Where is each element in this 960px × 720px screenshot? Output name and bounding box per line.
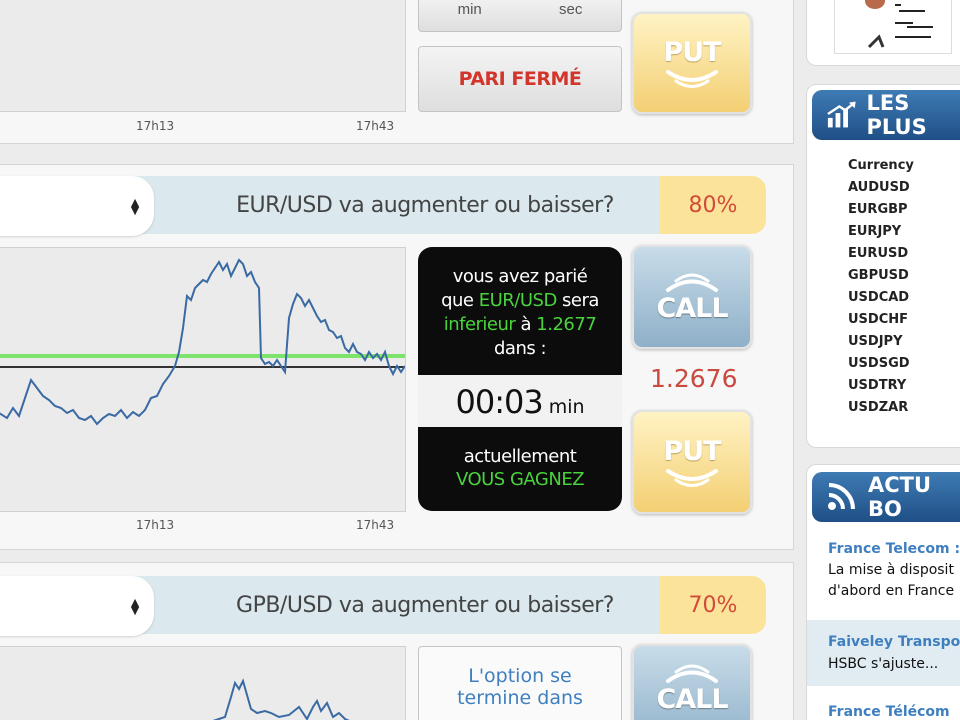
gbpusd-question-bar: GPB/USD va augmenter ou baisser? bbox=[130, 576, 690, 634]
gbpusd-call-button[interactable]: CALL bbox=[632, 644, 752, 720]
gbpusd-chart-svg bbox=[212, 678, 350, 720]
news-text-1b: d'abord en France bbox=[828, 583, 955, 599]
currency-item[interactable]: GBPUSD bbox=[848, 268, 909, 283]
bet-line-2: que EUR/USD sera bbox=[441, 290, 599, 311]
profile-figure-icon bbox=[865, 0, 933, 49]
select-arrows-icon: ▲ ▼ bbox=[128, 594, 142, 618]
currency-item[interactable]: USDCHF bbox=[848, 312, 908, 327]
eurusd-question-bar: EUR/USD va augmenter ou baisser? bbox=[130, 176, 690, 234]
timer-unit-sec: sec bbox=[559, 0, 583, 18]
gbpusd-expiry-box: L'option se termine dans bbox=[418, 646, 622, 720]
currency-item[interactable]: USDCAD bbox=[848, 290, 909, 305]
top-tick-2: 17h43 bbox=[356, 119, 395, 133]
eurusd-put-label: PUT bbox=[663, 435, 721, 467]
eurusd-current-rate: 1.2676 bbox=[650, 364, 738, 393]
les-plus-title: LES PLUS bbox=[866, 91, 927, 139]
profile-image bbox=[834, 0, 952, 54]
gbpusd-price-series bbox=[212, 678, 350, 720]
timer-unit-min: min bbox=[457, 0, 482, 18]
bet-line-4: dans : bbox=[493, 338, 547, 359]
bet-line-1: vous avez parié bbox=[452, 266, 588, 287]
top-put-button[interactable]: PUT bbox=[632, 12, 752, 114]
currency-item[interactable]: USDJPY bbox=[848, 334, 903, 349]
top-timer-display: min sec bbox=[418, 0, 622, 32]
eurusd-question-text: EUR/USD va augmenter ou baisser? bbox=[236, 192, 614, 218]
gbpusd-price-chart bbox=[0, 646, 406, 720]
news-text-1a: La mise à disposit bbox=[828, 562, 954, 578]
gbpusd-question-text: GPB/USD va augmenter ou baisser? bbox=[236, 592, 614, 618]
countdown-unit: min bbox=[548, 396, 585, 418]
news-item-2-highlight bbox=[807, 620, 960, 686]
bet-strike: 1.2677 bbox=[536, 314, 597, 335]
currency-item[interactable]: USDSGD bbox=[848, 356, 910, 371]
chart-trend-icon bbox=[827, 101, 856, 128]
news-title-2[interactable]: Faiveley Transpo bbox=[828, 634, 960, 650]
eurusd-call-button[interactable]: CALL bbox=[632, 245, 752, 349]
bet-direction: inferieur bbox=[443, 314, 516, 335]
currency-header: Currency bbox=[848, 158, 914, 173]
news-text-2a: HSBC s'ajuste... bbox=[828, 656, 939, 672]
select-arrows-icon: ▲ ▼ bbox=[128, 194, 142, 218]
bet-pair: EUR/USD bbox=[478, 290, 558, 311]
currency-item[interactable]: EURJPY bbox=[848, 224, 901, 239]
actu-header: ACTU BO bbox=[812, 472, 960, 522]
call-arrow-icon bbox=[666, 664, 718, 683]
eurusd-put-button[interactable]: PUT bbox=[632, 410, 752, 514]
news-title-1[interactable]: France Telecom : bbox=[828, 541, 960, 557]
bet-closed-label: PARI FERMÉ bbox=[418, 46, 622, 112]
currency-item[interactable]: AUDUSD bbox=[848, 180, 910, 195]
countdown-value: 00:03 bbox=[455, 383, 543, 421]
call-arrow-icon bbox=[666, 273, 718, 292]
expiry-line-2: termine dans bbox=[457, 687, 583, 709]
bet-info-box: vous avez parié que EUR/USD sera inferie… bbox=[418, 247, 622, 511]
eurusd-payout-text: 80% bbox=[688, 192, 738, 218]
top-put-label: PUT bbox=[663, 36, 721, 68]
expiry-line-1: L'option se bbox=[468, 665, 572, 687]
bet-closed-text: PARI FERMÉ bbox=[458, 68, 582, 90]
gbpusd-call-label: CALL bbox=[656, 684, 728, 715]
top-tick-1: 17h13 bbox=[136, 119, 175, 133]
gbpusd-payout-text: 70% bbox=[688, 592, 738, 618]
eurusd-price-chart bbox=[0, 247, 406, 512]
eurusd-asset-select[interactable]: ▲ ▼ bbox=[0, 176, 154, 236]
currency-item[interactable]: USDTRY bbox=[848, 378, 906, 393]
eurusd-price-series bbox=[0, 258, 405, 426]
currency-item[interactable]: USDZAR bbox=[848, 400, 908, 415]
currency-item[interactable]: EURUSD bbox=[848, 246, 908, 261]
eurusd-tick-2: 17h43 bbox=[356, 518, 395, 532]
status-line-1: actuellement bbox=[463, 446, 577, 467]
eurusd-chart-svg bbox=[0, 258, 405, 426]
bet-description: vous avez parié que EUR/USD sera inferie… bbox=[418, 265, 622, 361]
currency-item[interactable]: EURGBP bbox=[848, 202, 908, 217]
eurusd-call-label: CALL bbox=[656, 292, 728, 324]
put-arrow-icon bbox=[666, 468, 718, 487]
bet-status: actuellement VOUS GAGNEZ bbox=[418, 445, 622, 491]
gbpusd-asset-select[interactable]: ▲ ▼ bbox=[0, 576, 154, 636]
put-arrow-icon bbox=[666, 69, 718, 88]
bet-line-3: inferieur à 1.2677 bbox=[443, 314, 597, 335]
news-title-3[interactable]: France Télécom bbox=[828, 704, 950, 720]
les-plus-header: LES PLUS bbox=[812, 90, 960, 140]
top-price-chart bbox=[0, 0, 406, 112]
eurusd-payout-badge: 80% bbox=[660, 176, 766, 234]
actu-title: ACTU BO bbox=[867, 473, 931, 521]
countdown-strip: 00:03 min bbox=[418, 375, 622, 427]
eurusd-tick-1: 17h13 bbox=[136, 518, 175, 532]
rss-icon bbox=[827, 483, 855, 510]
status-winning: VOUS GAGNEZ bbox=[455, 469, 585, 490]
gbpusd-payout-badge: 70% bbox=[660, 576, 766, 634]
